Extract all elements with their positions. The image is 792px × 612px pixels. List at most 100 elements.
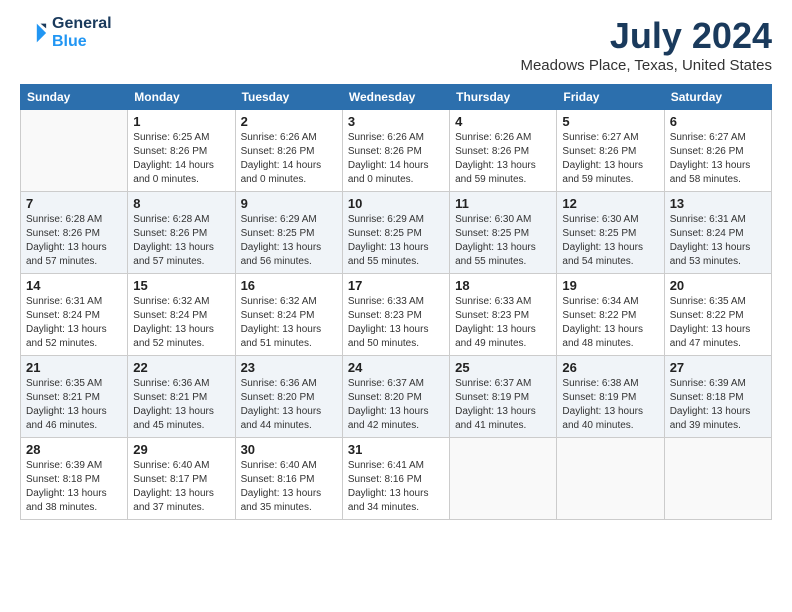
- calendar-cell: 26Sunrise: 6:38 AMSunset: 8:19 PMDayligh…: [557, 356, 664, 438]
- col-thursday: Thursday: [450, 85, 557, 110]
- day-info: Sunrise: 6:32 AMSunset: 8:24 PMDaylight:…: [133, 295, 229, 351]
- calendar-cell: 15 Sunrise: 6:32 AMSunset: 8:24 PMDayligh…: [128, 274, 235, 356]
- day-number: 5: [562, 114, 658, 129]
- day-info: Sunrise: 6:37 AMSunset: 8:19 PMDaylight:…: [455, 377, 551, 433]
- day-info: Sunrise: 6:27 AMSunset: 8:26 PMDaylight:…: [670, 131, 766, 187]
- day-info: Sunrise: 6:30 AMSunset: 8:25 PMDaylight:…: [562, 213, 658, 269]
- day-info: Sunrise: 6:28 AMSunset: 8:26 PMDaylight:…: [133, 213, 229, 269]
- day-info: Sunrise: 6:39 AMSunset: 8:18 PMDaylight:…: [26, 459, 122, 515]
- calendar-cell: 29Sunrise: 6:40 AMSunset: 8:17 PMDayligh…: [128, 438, 235, 520]
- day-info: Sunrise: 6:31 AMSunset: 8:24 PMDaylight:…: [26, 295, 122, 351]
- day-info: Sunrise: 6:35 AMSunset: 8:22 PMDaylight:…: [670, 295, 766, 351]
- calendar-cell: 21 Sunrise: 6:35 AMSunset: 8:21 PMDayligh…: [21, 356, 128, 438]
- calendar-cell: 6Sunrise: 6:27 AMSunset: 8:26 PMDaylight…: [664, 110, 771, 192]
- header-row: Sunday Monday Tuesday Wednesday Thursday…: [21, 85, 772, 110]
- calendar-cell: 12 Sunrise: 6:30 AMSunset: 8:25 PMDayligh…: [557, 192, 664, 274]
- day-info: Sunrise: 6:40 AMSunset: 8:16 PMDaylight:…: [241, 459, 337, 515]
- day-number: 7: [26, 196, 122, 211]
- calendar-cell: 10 Sunrise: 6:29 AMSunset: 8:25 PMDayligh…: [342, 192, 449, 274]
- calendar-row-3: 21 Sunrise: 6:35 AMSunset: 8:21 PMDayligh…: [21, 356, 772, 438]
- calendar-cell: 31 Sunrise: 6:41 AMSunset: 8:16 PMDayligh…: [342, 438, 449, 520]
- calendar-table: Sunday Monday Tuesday Wednesday Thursday…: [20, 84, 772, 520]
- calendar-cell: [664, 438, 771, 520]
- title-block: July 2024 Meadows Place, Texas, United S…: [520, 15, 772, 74]
- calendar-cell: 24Sunrise: 6:37 AMSunset: 8:20 PMDayligh…: [342, 356, 449, 438]
- day-number: 21: [26, 360, 122, 375]
- calendar-cell: 9 Sunrise: 6:29 AMSunset: 8:25 PMDaylight…: [235, 192, 342, 274]
- col-sunday: Sunday: [21, 85, 128, 110]
- calendar-row-4: 28Sunrise: 6:39 AMSunset: 8:18 PMDayligh…: [21, 438, 772, 520]
- location: Meadows Place, Texas, United States: [520, 57, 772, 74]
- day-info: Sunrise: 6:28 AMSunset: 8:26 PMDaylight:…: [26, 213, 122, 269]
- col-monday: Monday: [128, 85, 235, 110]
- day-info: Sunrise: 6:25 AMSunset: 8:26 PMDaylight:…: [133, 131, 229, 187]
- header: General Blue July 2024 Meadows Place, Te…: [20, 15, 772, 74]
- calendar-cell: 13 Sunrise: 6:31 AMSunset: 8:24 PMDayligh…: [664, 192, 771, 274]
- calendar-cell: 22 Sunrise: 6:36 AMSunset: 8:21 PMDayligh…: [128, 356, 235, 438]
- day-number: 24: [348, 360, 444, 375]
- day-info: Sunrise: 6:29 AMSunset: 8:25 PMDaylight:…: [348, 213, 444, 269]
- col-friday: Friday: [557, 85, 664, 110]
- day-number: 27: [670, 360, 766, 375]
- day-info: Sunrise: 6:33 AMSunset: 8:23 PMDaylight:…: [455, 295, 551, 351]
- logo: General Blue: [20, 15, 112, 50]
- day-number: 9: [241, 196, 337, 211]
- day-info: Sunrise: 6:32 AMSunset: 8:24 PMDaylight:…: [241, 295, 337, 351]
- day-number: 3: [348, 114, 444, 129]
- calendar-cell: 11 Sunrise: 6:30 AMSunset: 8:25 PMDayligh…: [450, 192, 557, 274]
- logo-text: General Blue: [52, 15, 112, 50]
- day-info: Sunrise: 6:41 AMSunset: 8:16 PMDaylight:…: [348, 459, 444, 515]
- day-number: 2: [241, 114, 337, 129]
- logo-icon: [20, 19, 48, 47]
- col-saturday: Saturday: [664, 85, 771, 110]
- day-number: 19: [562, 278, 658, 293]
- month-title: July 2024: [520, 15, 772, 57]
- calendar-cell: 16 Sunrise: 6:32 AMSunset: 8:24 PMDayligh…: [235, 274, 342, 356]
- day-number: 25: [455, 360, 551, 375]
- day-number: 8: [133, 196, 229, 211]
- day-number: 1: [133, 114, 229, 129]
- day-number: 16: [241, 278, 337, 293]
- day-info: Sunrise: 6:26 AMSunset: 8:26 PMDaylight:…: [241, 131, 337, 187]
- day-number: 22: [133, 360, 229, 375]
- day-info: Sunrise: 6:31 AMSunset: 8:24 PMDaylight:…: [670, 213, 766, 269]
- calendar-cell: [450, 438, 557, 520]
- day-info: Sunrise: 6:30 AMSunset: 8:25 PMDaylight:…: [455, 213, 551, 269]
- calendar-cell: 19Sunrise: 6:34 AMSunset: 8:22 PMDayligh…: [557, 274, 664, 356]
- day-number: 26: [562, 360, 658, 375]
- calendar-page: General Blue July 2024 Meadows Place, Te…: [0, 0, 792, 612]
- calendar-cell: 7 Sunrise: 6:28 AMSunset: 8:26 PMDaylight…: [21, 192, 128, 274]
- day-number: 18: [455, 278, 551, 293]
- day-number: 12: [562, 196, 658, 211]
- day-number: 13: [670, 196, 766, 211]
- calendar-cell: 30 Sunrise: 6:40 AMSunset: 8:16 PMDayligh…: [235, 438, 342, 520]
- calendar-cell: 3Sunrise: 6:26 AMSunset: 8:26 PMDaylight…: [342, 110, 449, 192]
- day-info: Sunrise: 6:27 AMSunset: 8:26 PMDaylight:…: [562, 131, 658, 187]
- calendar-row-2: 14 Sunrise: 6:31 AMSunset: 8:24 PMDayligh…: [21, 274, 772, 356]
- day-number: 31: [348, 442, 444, 457]
- day-info: Sunrise: 6:39 AMSunset: 8:18 PMDaylight:…: [670, 377, 766, 433]
- day-number: 14: [26, 278, 122, 293]
- col-tuesday: Tuesday: [235, 85, 342, 110]
- day-info: Sunrise: 6:29 AMSunset: 8:25 PMDaylight:…: [241, 213, 337, 269]
- day-info: Sunrise: 6:36 AMSunset: 8:21 PMDaylight:…: [133, 377, 229, 433]
- calendar-cell: 28Sunrise: 6:39 AMSunset: 8:18 PMDayligh…: [21, 438, 128, 520]
- day-number: 20: [670, 278, 766, 293]
- col-wednesday: Wednesday: [342, 85, 449, 110]
- calendar-cell: 2 Sunrise: 6:26 AMSunset: 8:26 PMDaylight…: [235, 110, 342, 192]
- calendar-cell: 20 Sunrise: 6:35 AMSunset: 8:22 PMDayligh…: [664, 274, 771, 356]
- calendar-cell: 17Sunrise: 6:33 AMSunset: 8:23 PMDayligh…: [342, 274, 449, 356]
- calendar-cell: 25 Sunrise: 6:37 AMSunset: 8:19 PMDayligh…: [450, 356, 557, 438]
- calendar-cell: 23Sunrise: 6:36 AMSunset: 8:20 PMDayligh…: [235, 356, 342, 438]
- calendar-cell: 14 Sunrise: 6:31 AMSunset: 8:24 PMDayligh…: [21, 274, 128, 356]
- calendar-cell: 5 Sunrise: 6:27 AMSunset: 8:26 PMDaylight…: [557, 110, 664, 192]
- day-number: 15: [133, 278, 229, 293]
- day-info: Sunrise: 6:35 AMSunset: 8:21 PMDaylight:…: [26, 377, 122, 433]
- calendar-cell: 27 Sunrise: 6:39 AMSunset: 8:18 PMDayligh…: [664, 356, 771, 438]
- day-number: 30: [241, 442, 337, 457]
- day-number: 10: [348, 196, 444, 211]
- day-info: Sunrise: 6:36 AMSunset: 8:20 PMDaylight:…: [241, 377, 337, 433]
- calendar-row-1: 7 Sunrise: 6:28 AMSunset: 8:26 PMDaylight…: [21, 192, 772, 274]
- day-number: 11: [455, 196, 551, 211]
- day-info: Sunrise: 6:40 AMSunset: 8:17 PMDaylight:…: [133, 459, 229, 515]
